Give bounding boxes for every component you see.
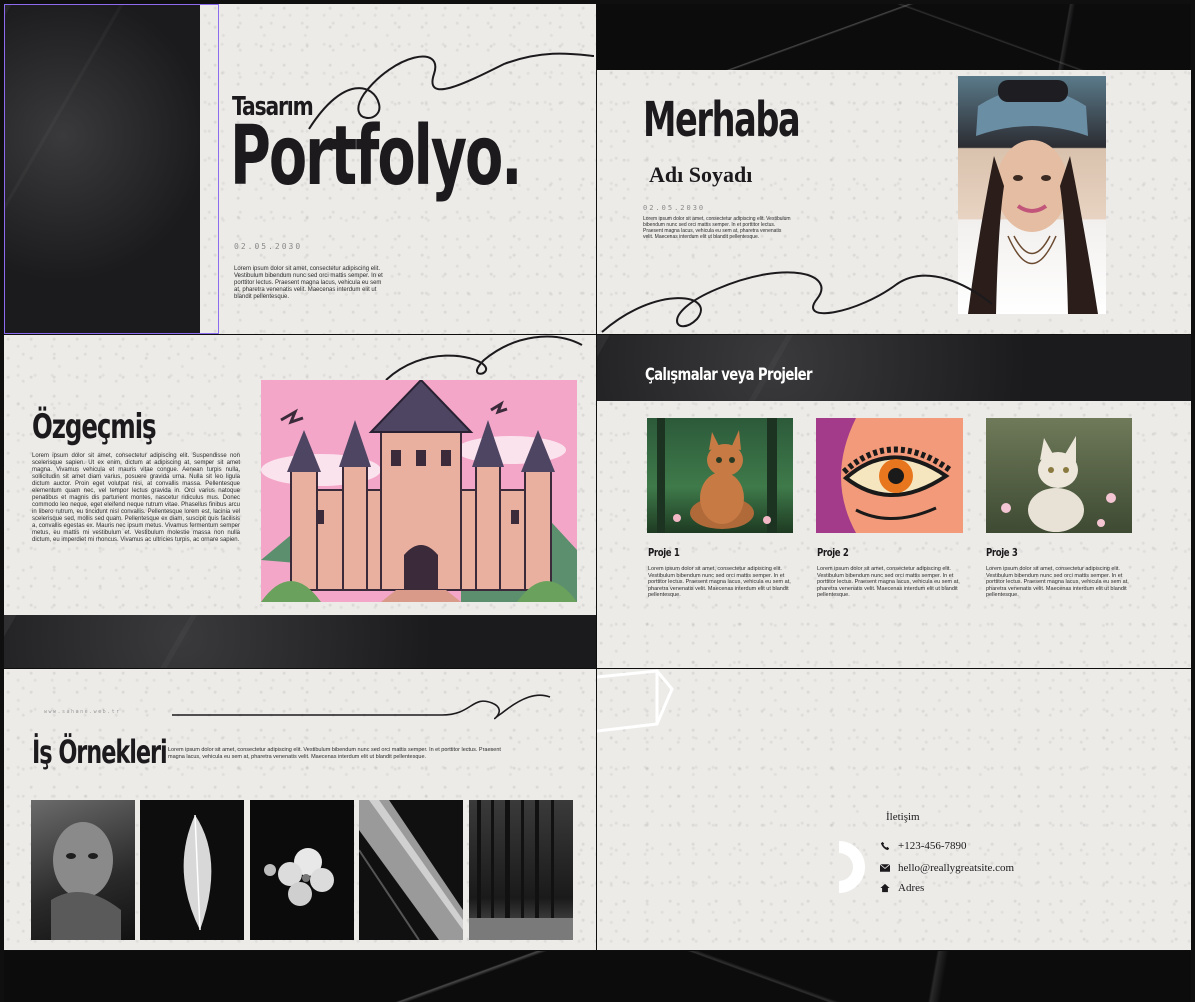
slide-2-body: Lorem ipsum dolor sit amet, consectetur …	[643, 216, 791, 240]
website-label: www.sahane.web.tr	[44, 709, 121, 715]
slide-1-cover[interactable]: Tasarım Portfolyo. 02.05.2030 Lorem ipsu…	[4, 4, 596, 334]
name-label: Adı Soyadı	[649, 162, 753, 187]
work-photo-2	[140, 800, 244, 940]
white-arc	[839, 841, 865, 893]
castle-illustration	[261, 380, 577, 602]
work-photo-4	[359, 800, 463, 940]
phone-icon	[880, 841, 890, 851]
home-icon	[880, 883, 890, 893]
slide-3-dark-band	[4, 615, 596, 668]
contact-phone: +123-456-7890	[898, 840, 967, 852]
project-1-image	[647, 418, 793, 533]
slide-1-body: Lorem ipsum dolor sit amet, consectetur …	[234, 266, 383, 300]
squiggle-line-2	[601, 271, 993, 333]
squiggle-line-3	[385, 335, 583, 381]
big-title: Portfolyo.	[230, 109, 522, 204]
work-title: İş Örnekleri	[32, 733, 168, 771]
squiggle-line-5	[172, 694, 551, 720]
project-1-title: Proje 1	[648, 546, 680, 559]
cv-title: Özgeçmiş	[32, 407, 157, 447]
slide-5-work-samples[interactable]: www.sahane.web.tr İş Örnekleri Lorem ips…	[4, 669, 596, 950]
contact-email: hello@reallygreatsite.com	[898, 862, 1015, 874]
contact-email-row[interactable]: hello@reallygreatsite.com	[880, 861, 1014, 875]
bottom-marble-strip	[4, 951, 1191, 1002]
project-3-title: Proje 3	[986, 546, 1018, 559]
project-2-title: Proje 2	[817, 546, 849, 559]
outline-shape	[597, 669, 674, 733]
projects-title: Çalışmalar veya Projeler	[645, 365, 813, 385]
project-1-body: Lorem ipsum dolor sit amet, consectetur …	[648, 566, 791, 598]
contact-phone-row[interactable]: +123-456-7890	[880, 839, 967, 853]
work-body: Lorem ipsum dolor sit amet, consectetur …	[168, 747, 501, 760]
project-3-body: Lorem ipsum dolor sit amet, consectetur …	[986, 566, 1129, 598]
project-2-body: Lorem ipsum dolor sit amet, consectetur …	[817, 566, 960, 598]
project-2-image	[816, 418, 963, 533]
slide-1-date: 02.05.2030	[234, 242, 303, 251]
project-3-image	[986, 418, 1132, 533]
contact-address-row[interactable]: Adres	[880, 881, 924, 895]
slide-6-contact[interactable]: İletişim +123-456-7890 hello@reallygreat…	[597, 669, 1191, 950]
work-photo-1	[31, 800, 135, 940]
slide-2-date: 02.05.2030	[643, 204, 706, 212]
work-photo-3	[250, 800, 354, 940]
greeting-title: Merhaba	[643, 92, 801, 148]
slide-2-intro[interactable]: Merhaba Adı Soyadı 02.05.2030 Lorem ipsu…	[597, 4, 1191, 334]
slide-3-cv[interactable]: Özgeçmiş Lorem ipsum dolor sit amet, con…	[4, 335, 596, 668]
contact-address: Adres	[898, 882, 925, 894]
slide-2-marble-top	[597, 4, 1191, 70]
work-photo-5	[469, 800, 573, 940]
slide-4-projects[interactable]: Çalışmalar veya Projeler Proje 1 Lorem i…	[597, 335, 1191, 668]
selection-outline	[4, 4, 219, 334]
cv-body: Lorem ipsum dolor sit amet, consectetur …	[32, 453, 240, 543]
contact-heading: İletişim	[886, 811, 920, 823]
email-icon	[880, 864, 890, 872]
